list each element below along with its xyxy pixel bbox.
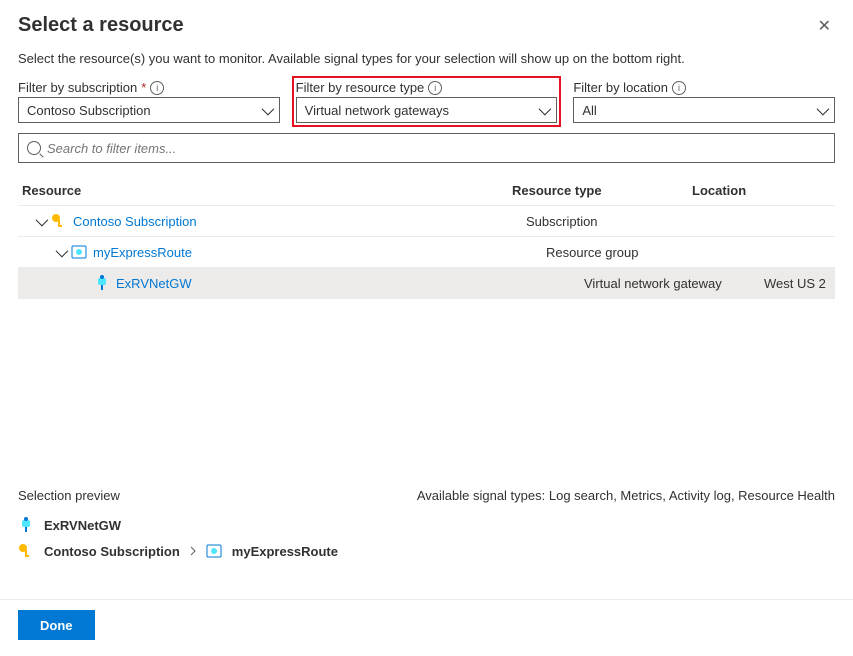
- filter-location-label: Filter by location: [573, 80, 668, 95]
- filter-subscription-label: Filter by subscription: [18, 80, 137, 95]
- breadcrumb-separator: [188, 544, 198, 559]
- chevron-down-icon[interactable]: [56, 244, 69, 257]
- resource-name[interactable]: Contoso Subscription: [73, 214, 197, 229]
- col-header-location[interactable]: Location: [692, 183, 831, 198]
- search-icon: [27, 141, 41, 155]
- filter-subscription: Filter by subscription * i Contoso Subsc…: [18, 80, 280, 123]
- page-subtitle: Select the resource(s) you want to monit…: [18, 51, 835, 66]
- gateway-icon: [18, 517, 34, 533]
- filter-location: Filter by location i All: [573, 80, 835, 123]
- filter-resource-type-label: Filter by resource type: [296, 80, 425, 95]
- subscription-dropdown[interactable]: Contoso Subscription: [18, 97, 280, 123]
- preview-selected-resource: ExRVNetGW: [18, 517, 835, 533]
- location-value: All: [582, 103, 596, 118]
- resourcegroup-icon: [206, 543, 222, 559]
- resource-name[interactable]: myExpressRoute: [93, 245, 192, 260]
- location-dropdown[interactable]: All: [573, 97, 835, 123]
- grid-header: Resource Resource type Location: [18, 175, 835, 206]
- chevron-down-icon[interactable]: [36, 213, 49, 226]
- key-icon: [51, 213, 67, 229]
- chevron-down-icon: [539, 102, 552, 115]
- resource-location-cell: West US 2: [764, 276, 831, 291]
- info-icon[interactable]: i: [428, 81, 442, 95]
- page-title: Select a resource: [18, 14, 184, 37]
- key-icon: [18, 543, 34, 559]
- search-input[interactable]: [47, 141, 826, 156]
- resource-type-value: Virtual network gateways: [305, 103, 449, 118]
- col-header-resource[interactable]: Resource: [22, 183, 512, 198]
- info-icon[interactable]: i: [150, 81, 164, 95]
- table-row[interactable]: ExRVNetGW Virtual network gatewayWest US …: [18, 268, 835, 299]
- available-signal-types: Available signal types: Log search, Metr…: [417, 488, 835, 503]
- resource-type-dropdown[interactable]: Virtual network gateways: [296, 97, 558, 123]
- chevron-down-icon: [261, 102, 274, 115]
- search-box[interactable]: [18, 133, 835, 163]
- close-button[interactable]: ✕: [814, 12, 835, 40]
- resource-type-cell: Subscription: [526, 214, 706, 229]
- resource-name[interactable]: ExRVNetGW: [116, 276, 192, 291]
- preview-selected-name: ExRVNetGW: [44, 518, 121, 533]
- done-button[interactable]: Done: [18, 610, 95, 640]
- chevron-down-icon: [817, 102, 830, 115]
- table-row[interactable]: Contoso Subscription Subscription: [18, 206, 835, 237]
- filter-resource-type: Filter by resource type i Virtual networ…: [296, 80, 558, 123]
- selection-preview-label: Selection preview: [18, 488, 120, 503]
- col-header-type[interactable]: Resource type: [512, 183, 692, 198]
- resource-type-cell: Resource group: [546, 245, 726, 260]
- subscription-value: Contoso Subscription: [27, 103, 151, 118]
- preview-breadcrumb: Contoso Subscription myExpressRoute: [18, 543, 835, 559]
- resource-type-cell: Virtual network gateway: [584, 276, 764, 291]
- required-indicator: *: [141, 80, 146, 95]
- breadcrumb-item: myExpressRoute: [232, 544, 338, 559]
- gateway-icon: [94, 275, 110, 291]
- resourcegroup-icon: [71, 244, 87, 260]
- table-row[interactable]: myExpressRoute Resource group: [18, 237, 835, 268]
- info-icon[interactable]: i: [672, 81, 686, 95]
- resource-grid: Resource Resource type Location Contoso …: [18, 175, 835, 299]
- breadcrumb-item: Contoso Subscription: [44, 544, 180, 559]
